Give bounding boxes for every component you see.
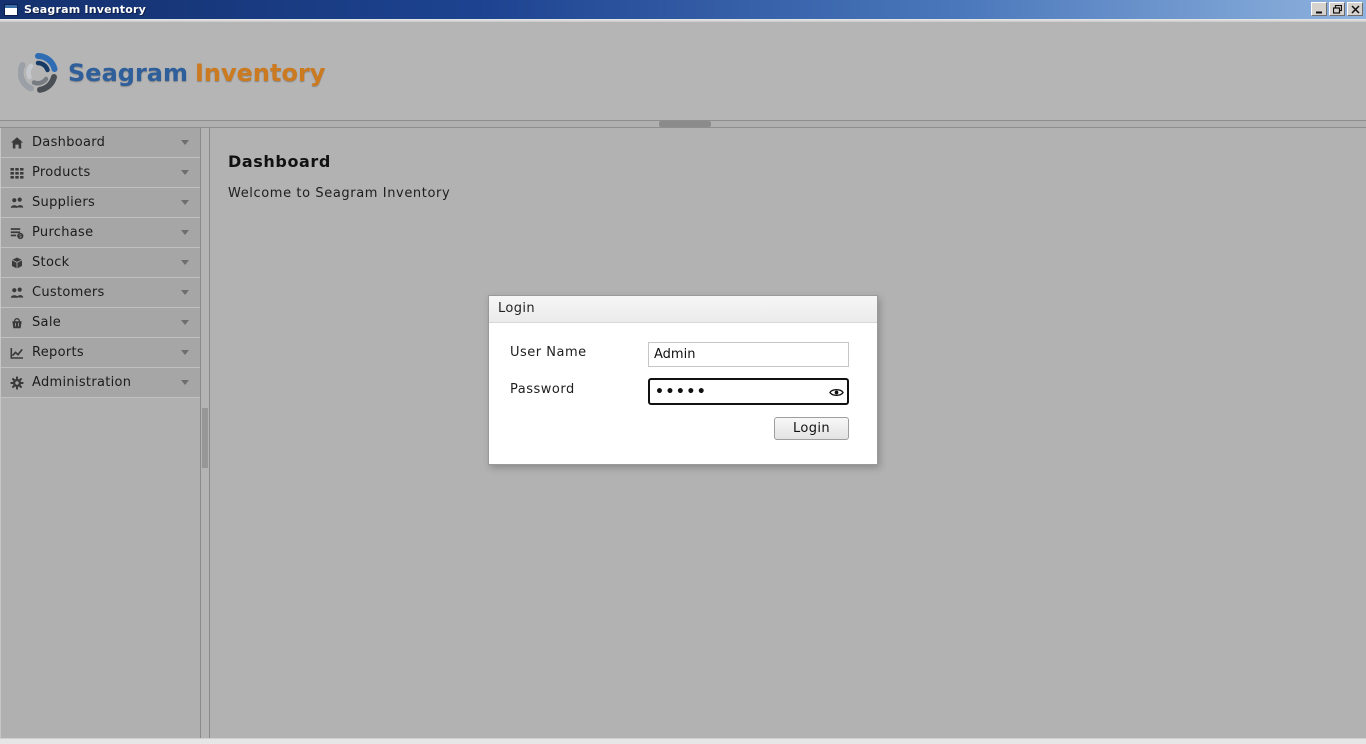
sidebar-item-products[interactable]: Products <box>1 158 200 188</box>
horizontal-splitter <box>0 120 1366 128</box>
chevron-down-icon <box>181 380 189 385</box>
login-dialog-title: Login <box>489 296 877 323</box>
sidebar-item-label: Products <box>32 165 91 180</box>
chevron-down-icon <box>181 140 189 145</box>
login-dialog: Login User Name Password Login <box>488 295 878 465</box>
sidebar-item-purchase[interactable]: $ Purchase <box>1 218 200 248</box>
sidebar-item-sale[interactable]: Sale <box>1 308 200 338</box>
box-icon <box>9 255 25 271</box>
minimize-button[interactable] <box>1311 2 1327 16</box>
sidebar-item-administration[interactable]: Administration <box>1 368 200 398</box>
people-icon <box>9 285 25 301</box>
chevron-down-icon <box>181 230 189 235</box>
minimize-icon <box>1315 11 1322 13</box>
sidebar-item-label: Dashboard <box>32 135 106 150</box>
close-button[interactable] <box>1347 2 1363 16</box>
password-field[interactable] <box>648 378 849 405</box>
gear-icon <box>9 375 25 391</box>
sidebar-item-suppliers[interactable]: Suppliers <box>1 188 200 218</box>
titlebar: Seagram Inventory <box>0 0 1366 19</box>
page-title: Dashboard <box>228 152 331 171</box>
chart-icon <box>9 345 25 361</box>
basket-icon <box>9 315 25 331</box>
sidebar-item-customers[interactable]: Customers <box>1 278 200 308</box>
username-field[interactable] <box>648 342 849 367</box>
app-logo: Seagram Inventory <box>18 52 325 94</box>
brand-text: Seagram Inventory <box>68 59 325 87</box>
chevron-down-icon <box>181 200 189 205</box>
people-icon <box>9 195 25 211</box>
login-button[interactable]: Login <box>774 417 849 440</box>
sidebar-item-label: Suppliers <box>32 195 96 210</box>
restore-icon <box>1332 4 1342 14</box>
chevron-down-icon <box>181 170 189 175</box>
sidebar-item-reports[interactable]: Reports <box>1 338 200 368</box>
scrollbar-thumb[interactable] <box>202 408 208 468</box>
restore-button[interactable] <box>1329 2 1345 16</box>
window-icon <box>4 3 18 16</box>
svg-text:$: $ <box>19 233 22 239</box>
app-window: Seagram Inventory Seagram Inventory Dash… <box>0 0 1366 744</box>
sidebar-item-label: Reports <box>32 345 84 360</box>
sidebar-item-dashboard[interactable]: Dashboard <box>1 128 200 158</box>
window-title: Seagram Inventory <box>24 3 147 16</box>
sidebar-item-label: Sale <box>32 315 62 330</box>
brand-primary: Seagram <box>68 59 188 87</box>
home-icon <box>9 135 25 151</box>
sidebar-scrollbar[interactable] <box>201 128 210 738</box>
eye-icon[interactable] <box>829 387 844 398</box>
username-label: User Name <box>510 345 587 360</box>
sidebar-item-label: Stock <box>32 255 70 270</box>
grid-icon <box>9 165 25 181</box>
splitter-grip[interactable] <box>659 121 711 127</box>
window-bottom-border <box>0 738 1366 744</box>
sidebar-item-label: Administration <box>32 375 132 390</box>
purchase-list-icon: $ <box>9 225 25 241</box>
welcome-text: Welcome to Seagram Inventory <box>228 186 451 201</box>
sidebar: Dashboard Products Suppliers $ Purchase … <box>0 128 201 738</box>
password-label: Password <box>510 382 575 397</box>
sidebar-item-label: Purchase <box>32 225 94 240</box>
sidebar-item-stock[interactable]: Stock <box>1 248 200 278</box>
swirl-logo-icon <box>18 53 58 93</box>
chevron-down-icon <box>181 260 189 265</box>
chevron-down-icon <box>181 320 189 325</box>
sidebar-item-label: Customers <box>32 285 105 300</box>
chevron-down-icon <box>181 350 189 355</box>
close-icon <box>1350 4 1360 14</box>
chevron-down-icon <box>181 290 189 295</box>
brand-secondary: Inventory <box>194 59 326 87</box>
header: Seagram Inventory <box>0 22 1366 120</box>
